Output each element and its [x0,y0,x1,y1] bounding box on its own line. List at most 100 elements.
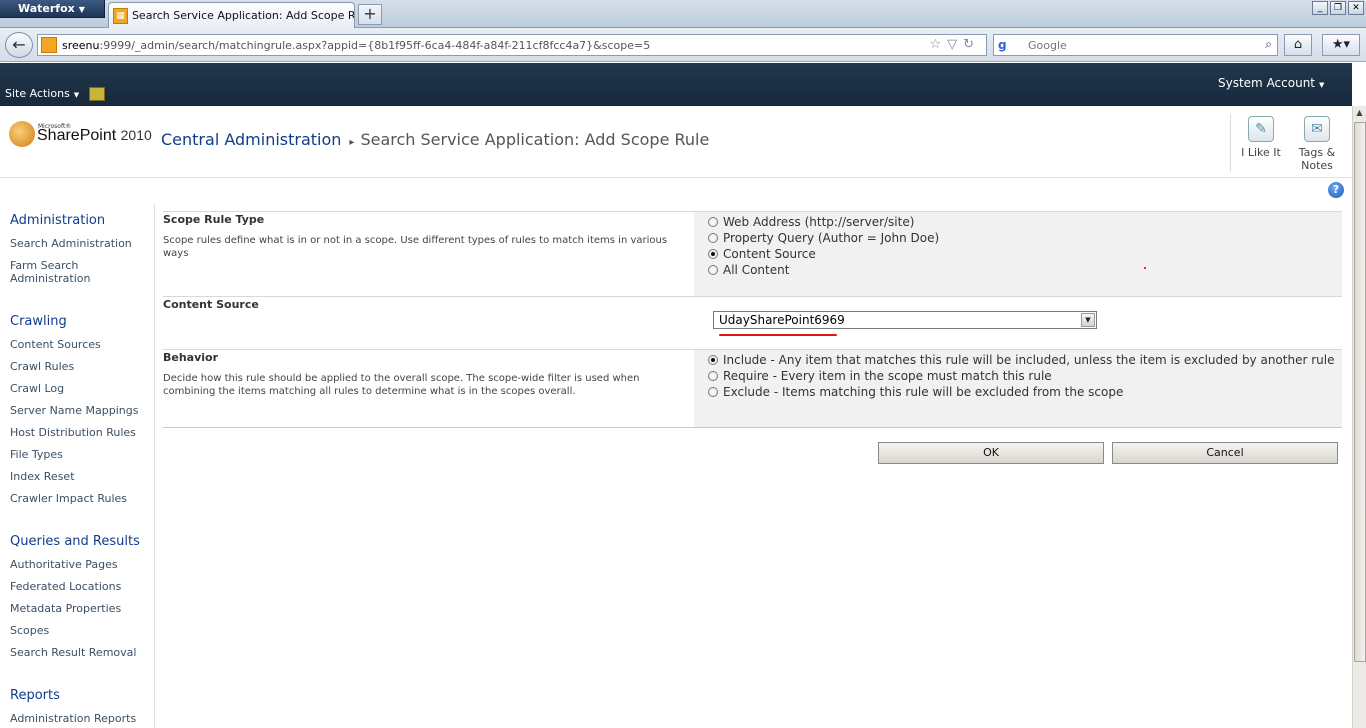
radio-label: Require - Every item in the scope must m… [723,369,1052,383]
search-placeholder: Google [1028,39,1067,52]
radio-button-icon[interactable] [708,265,718,275]
tags-notes-button[interactable]: ✉ Tags & Notes [1294,116,1340,172]
app-menu-button[interactable]: Waterfox ▼ [0,0,105,18]
radio-label: Property Query (Author = John Doe) [723,231,940,245]
radio-button-selected-icon[interactable] [708,355,718,365]
section-scope-rule-type: Scope Rule Type Scope rules define what … [163,211,1342,296]
red-underline-annotation [719,334,837,336]
navigate-up-icon[interactable] [89,87,105,101]
section-title: Scope Rule Type [163,213,265,226]
ok-button[interactable]: OK [878,442,1104,464]
section-content-source: Content Source UdaySharePoint6969 ▼ [163,296,1342,349]
vertical-scrollbar[interactable]: ▲ [1352,106,1366,728]
chevron-down-icon: ▼ [73,91,80,99]
ql-item-federated-locations[interactable]: Federated Locations [10,580,121,593]
radio-content-source[interactable]: Content Source [708,247,816,261]
ql-item-farm-search-line2[interactable]: Administration [10,272,91,285]
browser-tab[interactable]: ▦ Search Service Application: Add Scope … [108,2,355,28]
ql-heading-administration[interactable]: Administration [10,213,105,228]
thumbs-up-tag-icon: ✎ [1248,116,1274,142]
browser-navbar: ← sreenu:9999/_admin/search/matchingrule… [0,28,1366,62]
help-strip: ? [0,178,1352,204]
logo-text: SharePoint 2010 [37,127,152,145]
radio-exclude[interactable]: Exclude - Items matching this rule will … [708,385,1123,399]
search-icon[interactable]: ⌕ [1265,37,1272,52]
bookmarks-icon: ★▾ [1331,37,1351,52]
radio-include[interactable]: Include - Any item that matches this rul… [708,353,1334,367]
radio-label: Web Address (http://server/site) [723,215,915,229]
bookmark-star-icon[interactable]: ☆▽↻ [929,37,980,52]
ql-item-content-sources[interactable]: Content Sources [10,338,101,351]
ql-heading-reports[interactable]: Reports [10,688,60,703]
radio-all-content[interactable]: All Content [708,263,789,277]
restore-button[interactable]: ❐ [1330,1,1346,15]
radio-button-selected-icon[interactable] [708,249,718,259]
ql-item-crawl-log[interactable]: Crawl Log [10,382,64,395]
ql-item-server-name-mappings[interactable]: Server Name Mappings [10,404,138,417]
tags-notes-label-line2: Notes [1301,159,1333,172]
scroll-up-icon[interactable]: ▲ [1353,108,1366,121]
radio-web-address[interactable]: Web Address (http://server/site) [708,215,914,229]
home-button[interactable]: ⌂ [1284,34,1312,56]
section-description: Decide how this rule should be applied t… [163,373,640,397]
search-input[interactable]: g Google ⌕ [993,34,1278,56]
minimize-button[interactable]: _ [1312,1,1328,15]
dropdown-arrow-icon[interactable]: ▼ [1081,313,1095,327]
section-right: Web Address (http://server/site) Propert… [694,212,1342,296]
back-button[interactable]: ← [5,32,33,58]
ql-item-crawl-rules[interactable]: Crawl Rules [10,360,74,373]
section-title: Content Source [163,298,259,311]
browser-titlebar: Waterfox ▼ ▦ Search Service Application: … [0,0,1366,28]
new-tab-button[interactable]: + [358,4,382,25]
ql-item-authoritative-pages[interactable]: Authoritative Pages [10,558,118,571]
section-left: Behavior Decide how this rule should be … [163,350,694,427]
radio-property-query[interactable]: Property Query (Author = John Doe) [708,231,939,245]
i-like-it-button[interactable]: ✎ I Like It [1240,116,1282,159]
ql-heading-crawling[interactable]: Crawling [10,314,67,329]
section-behavior: Behavior Decide how this rule should be … [163,349,1342,427]
ql-item-search-result-removal[interactable]: Search Result Removal [10,646,136,659]
breadcrumb-root-link[interactable]: Central Administration [161,130,341,149]
logo-version: 2010 [120,127,152,143]
url-host: sreenu [62,38,100,52]
form-divider [163,427,1342,428]
close-button[interactable]: ✕ [1348,1,1364,15]
radio-label: All Content [723,263,790,277]
radio-button-icon[interactable] [708,217,718,227]
address-bar[interactable]: sreenu:9999/_admin/search/matchingrule.a… [37,34,987,56]
radio-button-icon[interactable] [708,371,718,381]
radio-label: Exclude - Items matching this rule will … [723,385,1124,399]
ql-item-crawler-impact-rules[interactable]: Crawler Impact Rules [10,492,127,505]
radio-button-icon[interactable] [708,387,718,397]
ql-item-metadata-properties[interactable]: Metadata Properties [10,602,121,615]
content-source-select[interactable]: UdaySharePoint6969 ▼ [713,311,1097,329]
section-title: Behavior [163,351,219,364]
ql-item-file-types[interactable]: File Types [10,448,63,461]
scrollbar-thumb[interactable] [1354,122,1366,662]
ql-item-farm-search-line1[interactable]: Farm Search [10,259,78,272]
bookmarks-button[interactable]: ★▾ [1322,34,1360,56]
i-like-it-label: I Like It [1241,146,1281,159]
ql-heading-queries-and-results[interactable]: Queries and Results [10,534,140,549]
cancel-button[interactable]: Cancel [1112,442,1338,464]
stray-mark [1144,267,1146,269]
ql-item-index-reset[interactable]: Index Reset [10,470,75,483]
page-title: Search Service Application: Add Scope Ru… [360,130,710,149]
ql-item-search-administration[interactable]: Search Administration [10,237,132,250]
section-left: Scope Rule Type Scope rules define what … [163,212,694,296]
radio-require[interactable]: Require - Every item in the scope must m… [708,369,1052,383]
section-description: Scope rules define what is in or not in … [163,235,668,259]
user-menu[interactable]: System Account ▼ [1218,76,1324,90]
ql-item-scopes[interactable]: Scopes [10,624,49,637]
google-icon: g [998,38,1007,52]
radio-button-icon[interactable] [708,233,718,243]
site-actions-menu[interactable]: Site Actions ▼ [5,87,79,100]
select-value: UdaySharePoint6969 [719,313,845,327]
chevron-down-icon: ▼ [78,5,85,14]
tab-title: Search Service Application: Add Scope Ru… [131,9,354,22]
breadcrumb: Central Administration ▸ Search Service Ap… [161,130,709,149]
help-icon[interactable]: ? [1328,182,1344,198]
tags-notes-icon: ✉ [1304,116,1330,142]
ql-item-host-distribution-rules[interactable]: Host Distribution Rules [10,426,136,439]
ql-item-administration-reports[interactable]: Administration Reports [10,712,136,725]
